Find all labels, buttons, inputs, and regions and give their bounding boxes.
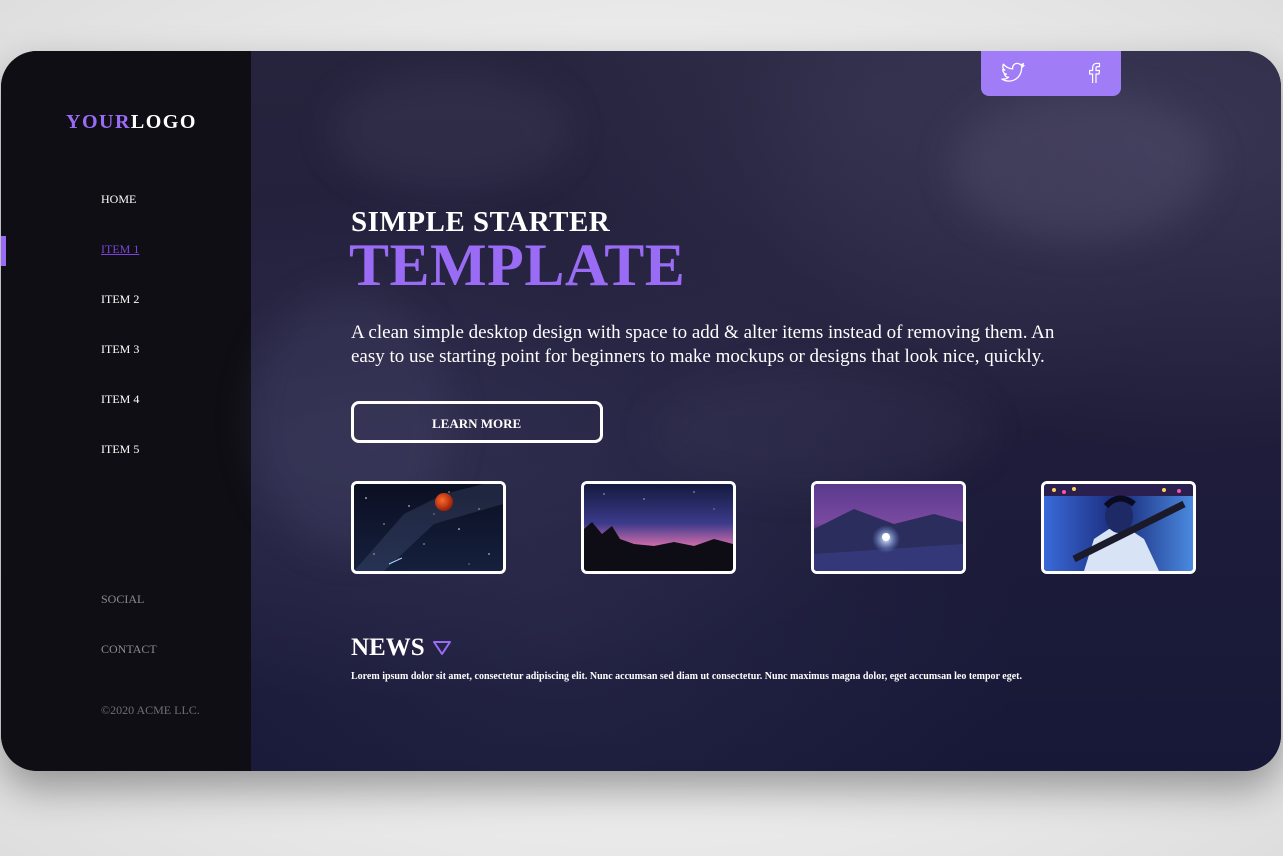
- smoke-texture: [651, 371, 991, 491]
- logo-accent: YOUR: [66, 111, 131, 133]
- active-nav-indicator: [1, 236, 6, 266]
- gallery-thumb-night-sky[interactable]: [351, 481, 506, 574]
- hero-description: A clean simple desktop design with space…: [351, 322, 1055, 367]
- gallery-thumb-astronaut[interactable]: [811, 481, 966, 574]
- triangle-down-icon[interactable]: [432, 640, 452, 656]
- news-text: Lorem ipsum dolor sit amet, consectetur …: [351, 671, 1022, 682]
- app-window: YOURLOGO HOME ITEM 1 ITEM 2 ITEM 3 ITEM …: [1, 51, 1281, 771]
- learn-more-label: LEARN MORE: [432, 416, 522, 431]
- hero-title: TEMPLATE: [349, 232, 686, 298]
- social-bar: [981, 51, 1121, 96]
- news-title: NEWS: [351, 634, 425, 661]
- astronaut-light-image: [814, 484, 963, 571]
- nav-item-3[interactable]: ITEM 3: [101, 342, 139, 357]
- twitter-icon[interactable]: [1001, 62, 1025, 84]
- nav-item-home[interactable]: HOME: [101, 192, 136, 207]
- learn-more-button[interactable]: LEARN MORE: [351, 401, 603, 443]
- nav-contact[interactable]: CONTACT: [101, 642, 157, 657]
- sunset-rocks-image: [584, 484, 733, 571]
- nav-item-4[interactable]: ITEM 4: [101, 392, 139, 407]
- neon-portrait-image: [1044, 484, 1193, 571]
- gallery-thumb-neon-portrait[interactable]: [1041, 481, 1196, 574]
- gallery-thumb-sunset[interactable]: [581, 481, 736, 574]
- nav-item-2[interactable]: ITEM 2: [101, 292, 139, 307]
- nav-item-1[interactable]: ITEM 1: [101, 242, 139, 257]
- copyright: ©2020 ACME LLC.: [101, 703, 200, 717]
- logo[interactable]: YOURLOGO: [66, 111, 197, 134]
- nav-item-5[interactable]: ITEM 5: [101, 442, 139, 457]
- facebook-icon[interactable]: [1085, 62, 1103, 84]
- main-content: SIMPLE STARTER TEMPLATE A clean simple d…: [251, 51, 1281, 771]
- sidebar: YOURLOGO HOME ITEM 1 ITEM 2 ITEM 3 ITEM …: [1, 51, 251, 771]
- smoke-texture: [951, 91, 1211, 241]
- night-sky-image: [354, 484, 503, 571]
- nav-social[interactable]: SOCIAL: [101, 592, 144, 607]
- smoke-texture: [331, 71, 571, 191]
- logo-text: LOGO: [130, 111, 197, 133]
